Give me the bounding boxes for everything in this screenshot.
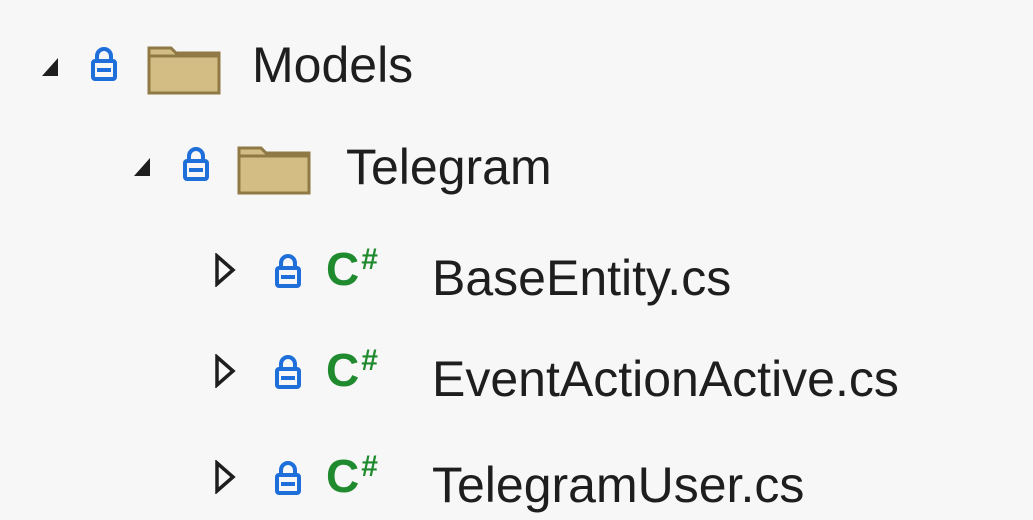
lock-icon (90, 46, 118, 82)
tree-item-models[interactable]: Models (0, 20, 1033, 120)
expanded-triangle-icon[interactable] (40, 56, 60, 78)
tree-item-label: EventActionActive.cs (432, 351, 899, 407)
lock-icon (274, 460, 302, 496)
tree-item-telegramuser[interactable]: C# TelegramUser.cs (0, 420, 1033, 520)
expanded-triangle-icon[interactable] (132, 156, 152, 178)
solution-explorer-tree: Models Telegram C# BaseEntity.cs C# Even… (0, 0, 1033, 520)
collapsed-triangle-icon[interactable] (214, 460, 236, 494)
tree-item-label: BaseEntity.cs (432, 250, 732, 306)
folder-icon (146, 38, 222, 96)
csharp-file-icon: C# (326, 243, 378, 295)
lock-icon (182, 146, 210, 182)
folder-icon (236, 138, 312, 196)
collapsed-triangle-icon[interactable] (214, 354, 236, 388)
tree-item-baseentity[interactable]: C# BaseEntity.cs (0, 225, 1033, 325)
csharp-file-icon: C# (326, 450, 378, 502)
tree-item-eventactionactive[interactable]: C# EventActionActive.cs (0, 330, 1033, 430)
lock-icon (274, 354, 302, 390)
csharp-file-icon: C# (326, 344, 378, 396)
tree-item-label: TelegramUser.cs (432, 457, 805, 513)
tree-item-label: Telegram (346, 139, 552, 195)
collapsed-triangle-icon[interactable] (214, 253, 236, 287)
tree-item-telegram[interactable]: Telegram (0, 120, 1033, 220)
lock-icon (274, 253, 302, 289)
tree-item-label: Models (252, 37, 414, 93)
